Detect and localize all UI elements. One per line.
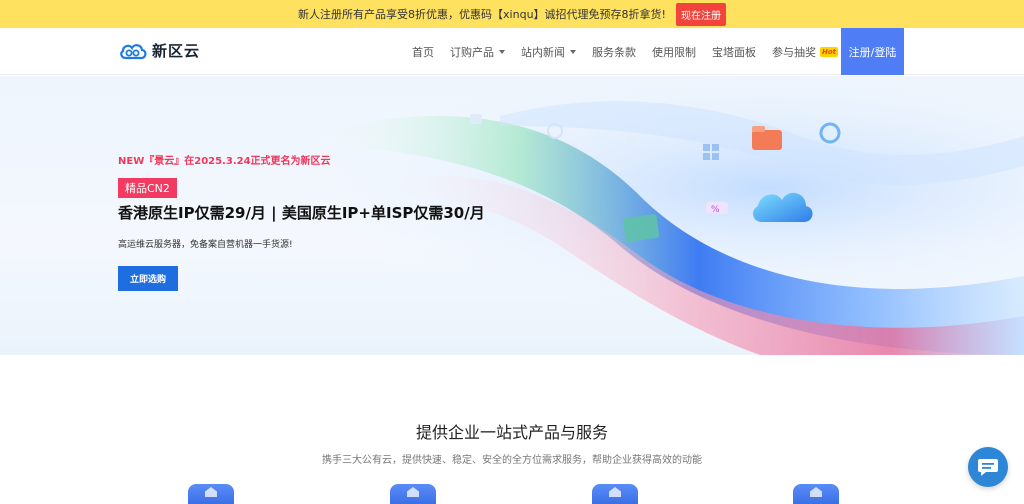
hero-banner: % NEW『景云』在2025.3.24正式更名为新区云 精品CN2 香港原生IP…: [0, 76, 1024, 355]
chat-support-button[interactable]: [968, 447, 1008, 487]
nav-label: 站内新闻: [521, 45, 565, 59]
chat-bubble-icon: [978, 459, 998, 476]
caret-down-icon: [499, 49, 505, 54]
buy-now-button[interactable]: 立即选购: [118, 266, 178, 291]
service-icon: [390, 484, 436, 504]
promo-text: 新人注册所有产品享受8折优惠，优惠码【xinqu】诚招代理免预存8折拿货!: [298, 8, 666, 21]
nav-label: 使用限制: [652, 45, 696, 59]
nav-label: 服务条款: [592, 45, 636, 59]
main-nav: 首页 订购产品 站内新闻 服务条款 使用限制 宝塔面板 参与抽奖 Hot: [404, 28, 846, 75]
register-login-button[interactable]: 注册/登陆: [841, 28, 904, 75]
nav-item-lottery[interactable]: 参与抽奖 Hot: [764, 44, 846, 60]
nav-label: 订购产品: [450, 45, 494, 59]
navbar: 新区云 首页 订购产品 站内新闻 服务条款 使用限制 宝塔面板 参与抽奖 Hot…: [0, 28, 1024, 75]
section-subtitle: 携手三大公有云，提供快速、稳定、安全的全方位需求服务，帮助企业获得高效的动能: [322, 455, 702, 466]
hot-badge: Hot: [820, 46, 839, 57]
section-title: 提供企业一站式产品与服务: [415, 423, 608, 442]
nav-item-news[interactable]: 站内新闻: [513, 44, 584, 60]
nav-item-products[interactable]: 订购产品: [442, 44, 513, 60]
cloud-logo-icon: [120, 43, 147, 59]
hero-title: 香港原生IP仅需29/月 | 美国原生IP+单ISP仅需30/月: [118, 204, 485, 222]
caret-down-icon: [570, 49, 576, 54]
service-icon: [793, 484, 839, 504]
logo[interactable]: 新区云: [118, 40, 200, 61]
nav-item-terms[interactable]: 服务条款: [584, 44, 644, 60]
hero-subtitle: 高运维云服务器，免备案自营机器一手货源!: [118, 240, 293, 250]
card-icon: [622, 214, 660, 242]
nav-label: 首页: [412, 45, 434, 59]
discount-icon: %: [706, 202, 728, 215]
register-now-button[interactable]: 现在注册: [675, 2, 726, 26]
promo-bar: 新人注册所有产品享受8折优惠，优惠码【xinqu】诚招代理免预存8折拿货! 现在…: [0, 0, 1024, 28]
nav-item-restrictions[interactable]: 使用限制: [644, 44, 704, 60]
hero-badge: 精品CN2: [118, 178, 177, 198]
nav-label: 宝塔面板: [712, 45, 756, 59]
service-icon: [592, 484, 638, 504]
logo-text: 新区云: [152, 42, 201, 60]
svg-text:%: %: [711, 205, 720, 215]
hero-tagline: NEW『景云』在2025.3.24正式更名为新区云: [118, 156, 331, 167]
service-icon: [188, 484, 234, 504]
nav-item-bt-panel[interactable]: 宝塔面板: [704, 44, 764, 60]
nav-item-home[interactable]: 首页: [404, 44, 442, 60]
nav-label: 参与抽奖: [772, 45, 816, 59]
